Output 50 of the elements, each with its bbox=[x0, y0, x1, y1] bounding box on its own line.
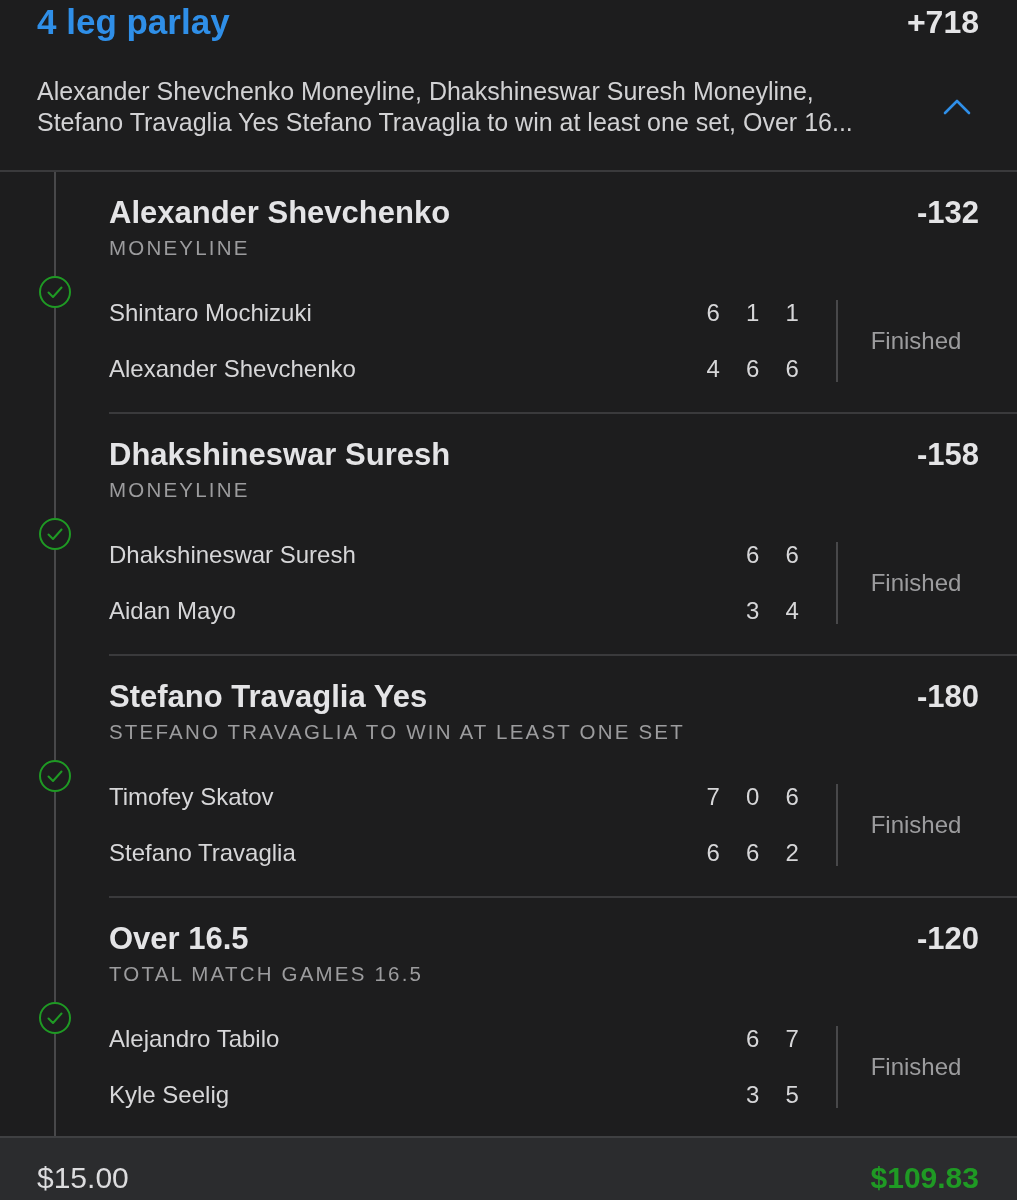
player-name: Timofey Skatov bbox=[109, 783, 274, 811]
selection-odds: -158 bbox=[916, 437, 979, 473]
selection-name: Dhakshineswar Suresh bbox=[109, 437, 451, 473]
selection-odds: -180 bbox=[916, 679, 979, 715]
stake-amount: $15.00 bbox=[37, 1160, 129, 1196]
player-name: Alexander Shevchenko bbox=[109, 355, 356, 383]
set-score: 1 bbox=[745, 299, 761, 327]
match-status: Finished bbox=[870, 569, 962, 597]
selection-odds: -120 bbox=[916, 921, 979, 957]
chevron-up-icon[interactable] bbox=[943, 99, 971, 115]
payout-amount: $109.83 bbox=[870, 1160, 979, 1196]
set-score: 7 bbox=[705, 783, 721, 811]
set-score: 5 bbox=[784, 1081, 800, 1109]
selection-odds: -132 bbox=[916, 195, 979, 231]
set-score: 6 bbox=[745, 541, 761, 569]
player-name: Kyle Seelig bbox=[109, 1081, 230, 1109]
market-label: TOTAL MATCH GAMES 16.5 bbox=[109, 962, 424, 986]
selection-name: Stefano Travaglia Yes bbox=[109, 679, 428, 715]
player-name: Stefano Travaglia bbox=[109, 839, 296, 867]
set-score: 4 bbox=[784, 597, 800, 625]
selection-name: Alexander Shevchenko bbox=[109, 195, 451, 231]
player-name: Shintaro Mochizuki bbox=[109, 299, 312, 327]
match-status: Finished bbox=[870, 1053, 962, 1081]
market-label: STEFANO TRAVAGLIA TO WIN AT LEAST ONE SET bbox=[109, 720, 685, 744]
set-score: 6 bbox=[784, 783, 800, 811]
set-score: 6 bbox=[745, 839, 761, 867]
player-name: Alejandro Tabilo bbox=[109, 1025, 280, 1053]
match-status: Finished bbox=[870, 327, 962, 355]
parlay-summary: Alexander Shevchenko Moneyline, Dhakshineswar Suresh Moneyline, Stefano Travaglia Yes Stefano Travaglia to win at least one set, Over 16... bbox=[37, 76, 854, 138]
set-score: 7 bbox=[784, 1025, 800, 1053]
set-score: 3 bbox=[745, 1081, 761, 1109]
set-score: 0 bbox=[745, 783, 761, 811]
set-score: 2 bbox=[784, 839, 800, 867]
match-status: Finished bbox=[870, 811, 962, 839]
set-score: 6 bbox=[745, 355, 761, 383]
set-score: 6 bbox=[784, 541, 800, 569]
set-score: 4 bbox=[705, 355, 721, 383]
parlay-title: 4 leg parlay bbox=[37, 1, 230, 43]
selection-name: Over 16.5 bbox=[109, 921, 249, 957]
player-name: Aidan Mayo bbox=[109, 597, 236, 625]
parlay-odds: +718 bbox=[906, 3, 979, 42]
set-score: 6 bbox=[784, 355, 800, 383]
set-score: 1 bbox=[784, 299, 800, 327]
player-name: Dhakshineswar Suresh bbox=[109, 541, 356, 569]
set-score: 6 bbox=[705, 839, 721, 867]
set-score: 6 bbox=[705, 299, 721, 327]
set-score: 3 bbox=[745, 597, 761, 625]
market-label: MONEYLINE bbox=[109, 478, 250, 502]
market-label: MONEYLINE bbox=[109, 236, 250, 260]
set-score: 6 bbox=[745, 1025, 761, 1053]
